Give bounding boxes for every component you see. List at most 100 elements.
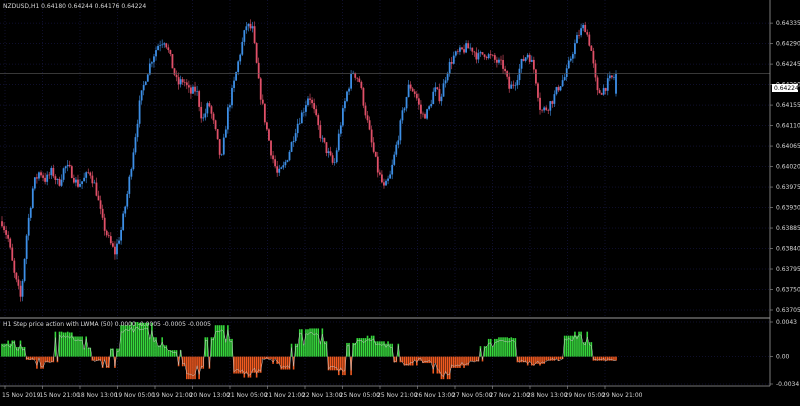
- price-tick-label: 0.63930: [776, 205, 800, 212]
- candle-body: [360, 81, 363, 89]
- candle-body: [456, 51, 459, 52]
- candle-body: [405, 97, 408, 109]
- candle-body: [553, 94, 556, 104]
- candle-body: [239, 54, 242, 62]
- candle-body: [142, 84, 145, 91]
- candle-body: [31, 188, 34, 208]
- candle-body: [565, 68, 568, 78]
- candle-body: [307, 98, 309, 106]
- candle-body: [339, 125, 342, 134]
- candle-body: [200, 106, 203, 119]
- time-tick-label: 25 Nov 21:00: [377, 392, 418, 399]
- candle-body: [272, 155, 274, 160]
- candle-body: [348, 88, 350, 92]
- time-tick-label: 25 Nov 05:00: [340, 392, 381, 399]
- candle-body: [426, 109, 428, 119]
- time-tick-label: 15 Nov 21:00: [40, 392, 81, 399]
- candle-body: [15, 272, 18, 280]
- candle-body: [136, 123, 139, 138]
- candle-body: [229, 105, 231, 108]
- candle-body: [465, 43, 467, 53]
- candle-body: [582, 24, 585, 29]
- candle-body: [134, 137, 137, 153]
- candle-body: [551, 101, 554, 104]
- indicator-tick-label: 0.0043: [776, 319, 797, 326]
- candle-body: [493, 55, 496, 60]
- candle-body: [300, 112, 303, 124]
- candle-body: [319, 125, 322, 139]
- candle-body: [532, 59, 535, 70]
- candle-body: [454, 51, 457, 56]
- candle-body: [190, 87, 192, 94]
- candle-body: [610, 75, 613, 78]
- candle-body: [420, 104, 422, 114]
- candle-body: [36, 177, 38, 179]
- candle-body: [151, 62, 153, 64]
- candle-body: [120, 229, 123, 241]
- candle-body: [144, 81, 147, 85]
- candle-body: [432, 91, 435, 105]
- candle-body: [224, 129, 227, 138]
- candle-body: [79, 183, 81, 187]
- candle-body: [268, 129, 270, 141]
- candle-body: [321, 137, 324, 139]
- candle-body: [397, 140, 400, 145]
- candle-body: [249, 23, 252, 29]
- candle-body: [461, 47, 463, 50]
- candle-body: [430, 104, 433, 107]
- candle-body: [27, 217, 30, 236]
- candle-body: [296, 123, 299, 134]
- time-tick-label: 20 Nov 13:00: [190, 392, 231, 399]
- candle-body: [561, 80, 564, 87]
- time-tick-label: 21 Nov 21:00: [265, 392, 306, 399]
- candle-body: [72, 177, 75, 183]
- candle-body: [138, 100, 141, 124]
- candle-body: [284, 161, 287, 166]
- time-tick-label: 29 Nov 05:00: [565, 392, 606, 399]
- time-tick-label: 18 Nov 13:00: [77, 392, 118, 399]
- candle-body: [60, 179, 63, 186]
- candle-body: [179, 79, 182, 85]
- candle-body: [52, 167, 55, 177]
- candle-body: [514, 85, 517, 86]
- time-tick-label: 22 Nov 13:00: [302, 392, 343, 399]
- candle-body: [247, 23, 250, 27]
- candle-body: [220, 154, 223, 156]
- candle-body: [9, 238, 12, 248]
- candle-body: [122, 213, 125, 230]
- candle-body: [383, 182, 385, 186]
- candle-body: [140, 90, 143, 101]
- candle-body: [600, 93, 603, 95]
- candle-body: [70, 166, 73, 178]
- price-tick-label: 0.64110: [776, 123, 800, 130]
- candle-body: [385, 180, 387, 186]
- candle-body: [274, 159, 277, 167]
- candle-body: [116, 243, 118, 255]
- candle-body: [153, 56, 155, 63]
- candle-body: [97, 195, 100, 201]
- candle-body: [187, 85, 190, 88]
- candle-body: [413, 91, 416, 94]
- candle-body: [309, 98, 311, 100]
- candle-body: [428, 106, 431, 110]
- candle-body: [245, 26, 248, 31]
- candle-body: [87, 172, 90, 173]
- candle-body: [364, 105, 367, 116]
- time-tick-label: 26 Nov 13:00: [415, 392, 456, 399]
- candle-body: [547, 109, 550, 111]
- candle-body: [109, 236, 112, 244]
- candle-body: [329, 151, 332, 156]
- candle-body: [436, 87, 439, 90]
- candle-body: [526, 54, 529, 58]
- candle-body: [263, 103, 266, 123]
- candle-body: [440, 96, 443, 102]
- candle-body: [257, 62, 260, 79]
- candle-body: [555, 87, 558, 95]
- candle-body: [91, 175, 94, 184]
- candle-body: [292, 140, 295, 143]
- candle-body: [103, 217, 106, 231]
- candle-body: [325, 142, 328, 154]
- candle-body: [541, 109, 543, 111]
- candle-body: [333, 162, 336, 163]
- candle-body: [370, 129, 373, 143]
